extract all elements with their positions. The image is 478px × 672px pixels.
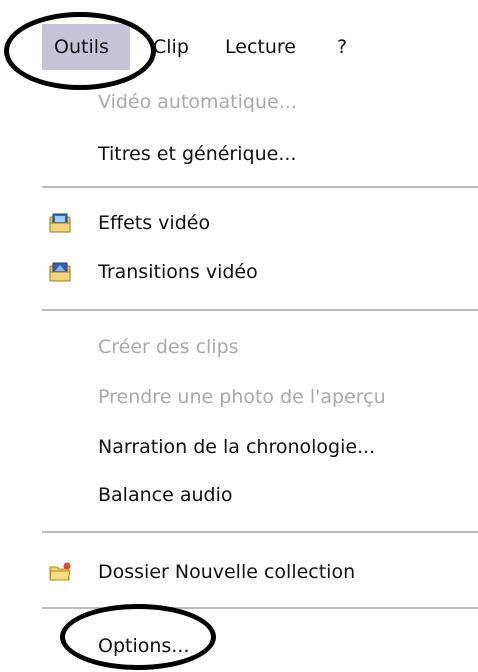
menu-separator — [42, 309, 478, 311]
menu-separator — [42, 186, 478, 188]
outils-dropdown-menu: Vidéo automatique... Titres et générique… — [42, 70, 478, 672]
menu-item-video-automatique[interactable]: Vidéo automatique... — [98, 88, 297, 116]
menu-item-titres-generique[interactable]: Titres et générique... — [98, 140, 296, 168]
annotation-circle-outils — [4, 12, 156, 90]
menu-separator — [42, 531, 478, 533]
menu-item-narration-chronologie[interactable]: Narration de la chronologie... — [98, 433, 375, 461]
menu-lecture[interactable]: Lecture — [225, 24, 296, 70]
menu-item-transitions-video[interactable]: Transitions vidéo — [98, 258, 258, 286]
menu-item-creer-clips[interactable]: Créer des clips — [98, 333, 239, 361]
video-transitions-icon — [48, 261, 72, 283]
menu-item-balance-audio[interactable]: Balance audio — [98, 481, 232, 509]
menu-clip[interactable]: Clip — [153, 24, 189, 70]
menu-item-photo-apercu[interactable]: Prendre une photo de l'aperçu — [98, 383, 386, 411]
video-effects-icon — [48, 212, 72, 234]
annotation-circle-options — [60, 604, 216, 670]
new-collection-folder-icon — [48, 561, 72, 583]
screenshot-root: Outils Clip Lecture ? Vidéo automatique.… — [0, 0, 478, 672]
menu-item-effets-video[interactable]: Effets vidéo — [98, 209, 210, 237]
menu-help[interactable]: ? — [337, 24, 347, 70]
menu-item-dossier-nouvelle-collection[interactable]: Dossier Nouvelle collection — [98, 558, 355, 586]
